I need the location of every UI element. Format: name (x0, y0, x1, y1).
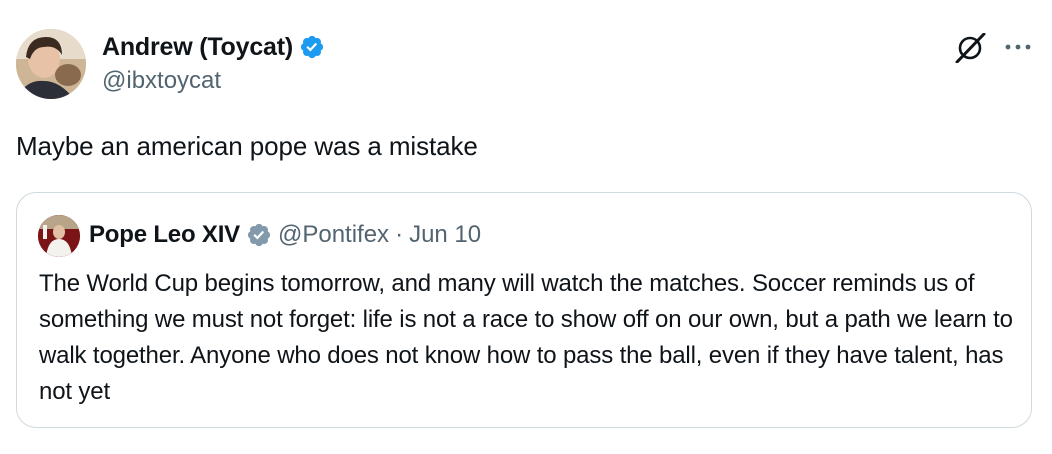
author-avatar[interactable] (16, 29, 86, 99)
quote-tweet-card[interactable]: Pope Leo XIV @Pontifex · Jun 10 The Worl… (16, 192, 1032, 428)
quote-author-name[interactable]: Pope Leo XIV (89, 221, 240, 249)
author-handle[interactable]: @ibxtoycat (102, 67, 325, 95)
more-icon[interactable] (1003, 40, 1033, 54)
quote-author-avatar-image (38, 215, 80, 257)
gray-verified-badge-icon[interactable] (246, 222, 272, 248)
tweet-text: Maybe an american pope was a mistake (16, 131, 478, 161)
quote-author-handle[interactable]: @Pontifex (278, 221, 389, 249)
author-name-row: Andrew (Toycat) (102, 30, 325, 64)
author-block: Andrew (Toycat) @ibxtoycat (102, 30, 325, 95)
author-display-name[interactable]: Andrew (Toycat) (102, 33, 293, 62)
quote-date[interactable]: Jun 10 (409, 221, 481, 249)
grok-icon[interactable] (953, 33, 987, 63)
quote-text: The World Cup begins tomorrow, and many … (39, 270, 1013, 405)
quote-author-avatar[interactable] (38, 215, 80, 257)
quote-separator: · (395, 221, 404, 248)
verified-badge-icon[interactable] (299, 34, 325, 60)
tweet: Andrew (Toycat) @ibxtoycat Maybe an amer… (0, 0, 1052, 454)
quote-header: Pope Leo XIV @Pontifex · Jun 10 (89, 217, 481, 253)
author-avatar-image (16, 29, 86, 99)
